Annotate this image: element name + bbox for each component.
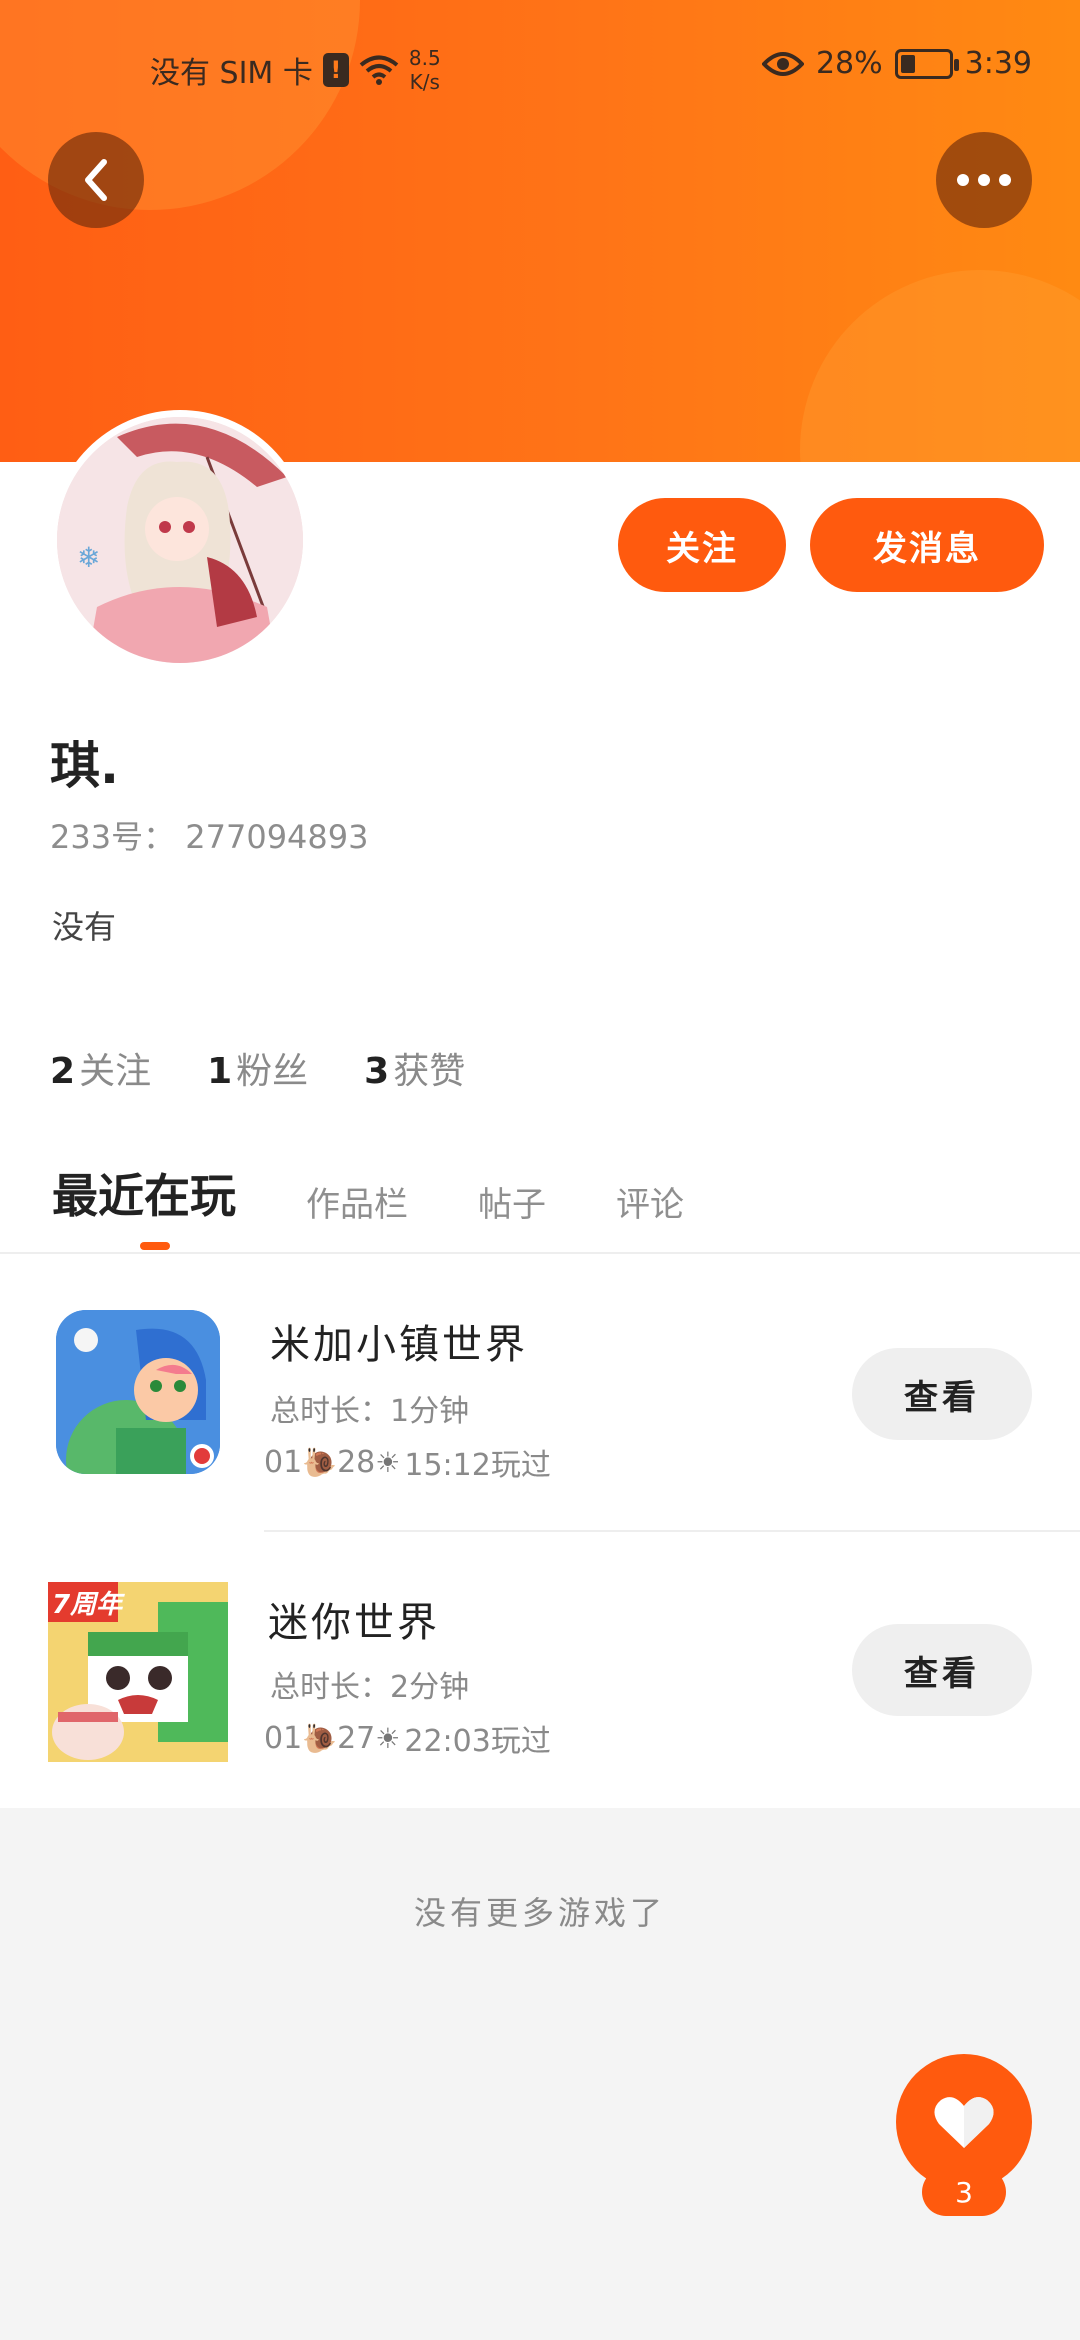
user-bio: 没有: [52, 908, 117, 946]
sun-icon: ☀: [375, 1721, 401, 1755]
view-button[interactable]: 查看: [852, 1624, 1032, 1716]
heart-icon: [934, 2097, 994, 2148]
more-button[interactable]: [936, 132, 1032, 228]
tab-posts[interactable]: 帖子: [478, 1177, 546, 1226]
game-title[interactable]: 米加小镇世界: [270, 1312, 528, 1370]
anniversary-badge: 7周年: [52, 1590, 123, 1620]
battery-percent: 28%: [815, 46, 883, 81]
game-last-played: 01 🐌 28 ☀ 15:12玩过: [264, 1440, 551, 1484]
profile-tabs: 最近在玩 作品栏 帖子 评论: [52, 1160, 684, 1250]
back-button[interactable]: [48, 132, 144, 228]
played-month: 01: [264, 1444, 303, 1480]
more-dots-icon: [957, 174, 1011, 186]
game-last-played: 01 🐌 27 ☀ 22:03玩过: [264, 1716, 551, 1760]
tab-works[interactable]: 作品栏: [306, 1177, 408, 1226]
snail-icon: 🐌: [302, 1445, 338, 1479]
header-decoration: [800, 270, 1080, 462]
stat-likes-label: 获赞: [393, 1051, 466, 1092]
game-duration: 总时长：2分钟: [270, 1670, 470, 1705]
sim-alert-icon: !: [322, 53, 349, 87]
list-divider: [264, 1530, 1080, 1532]
snail-icon: 🐌: [302, 1721, 338, 1755]
game-title[interactable]: 迷你世界: [268, 1590, 440, 1648]
stat-fans-label: 粉丝: [236, 1051, 309, 1092]
follow-button[interactable]: 关注: [618, 498, 786, 592]
played-time: 15:12玩过: [404, 1448, 551, 1483]
eye-icon: [761, 51, 804, 76]
wifi-icon: [359, 55, 399, 85]
user-id: 233号： 277094893: [50, 818, 369, 856]
net-speed-unit: K/s: [409, 70, 440, 94]
played-day: 28: [337, 1444, 376, 1480]
played-month: 01: [264, 1720, 303, 1756]
like-count-badge: 3: [922, 2168, 1006, 2216]
sun-icon: ☀: [375, 1445, 401, 1479]
stat-likes-count: 3: [364, 1051, 390, 1092]
username: 琪.: [50, 737, 119, 795]
game-icon-mini-world[interactable]: 7周年: [48, 1582, 228, 1762]
stat-following[interactable]: 2 关注: [50, 1042, 151, 1094]
played-time: 22:03玩过: [404, 1724, 551, 1759]
battery-icon: [894, 48, 959, 79]
chevron-left-icon: [85, 159, 107, 201]
carrier-text: 没有 SIM 卡: [150, 56, 313, 91]
svg-text:❄: ❄: [77, 541, 100, 574]
stat-fans-count: 1: [207, 1051, 233, 1092]
net-speed-value: 8.5: [408, 46, 441, 70]
view-button[interactable]: 查看: [852, 1348, 1032, 1440]
game-icon-miga-town[interactable]: [56, 1310, 220, 1474]
send-message-button[interactable]: 发消息: [810, 498, 1044, 592]
clock: 3:39: [964, 46, 1032, 81]
stat-likes[interactable]: 3 获赞: [364, 1042, 465, 1094]
stat-following-label: 关注: [79, 1051, 152, 1092]
tab-comments[interactable]: 评论: [616, 1177, 684, 1226]
tabs-divider: [0, 1252, 1080, 1254]
game-duration: 总时长：1分钟: [270, 1394, 470, 1429]
profile-stats: 2 关注 1 粉丝 3 获赞: [50, 1042, 465, 1094]
stat-following-count: 2: [50, 1051, 76, 1092]
played-day: 27: [337, 1720, 376, 1756]
profile-header-banner: 没有 SIM 卡 ! 8.5 K/s 28% 3:39: [0, 0, 1080, 462]
no-more-games-text: 没有更多游戏了: [413, 1894, 666, 1932]
avatar[interactable]: ❄: [50, 410, 310, 670]
network-speed: 8.5 K/s: [409, 46, 441, 94]
status-bar: 没有 SIM 卡 ! 8.5 K/s 28% 3:39: [0, 30, 1080, 100]
avatar-illustration: ❄: [57, 417, 303, 663]
stat-fans[interactable]: 1 粉丝: [207, 1042, 308, 1094]
tab-recent-playing[interactable]: 最近在玩: [52, 1160, 236, 1250]
